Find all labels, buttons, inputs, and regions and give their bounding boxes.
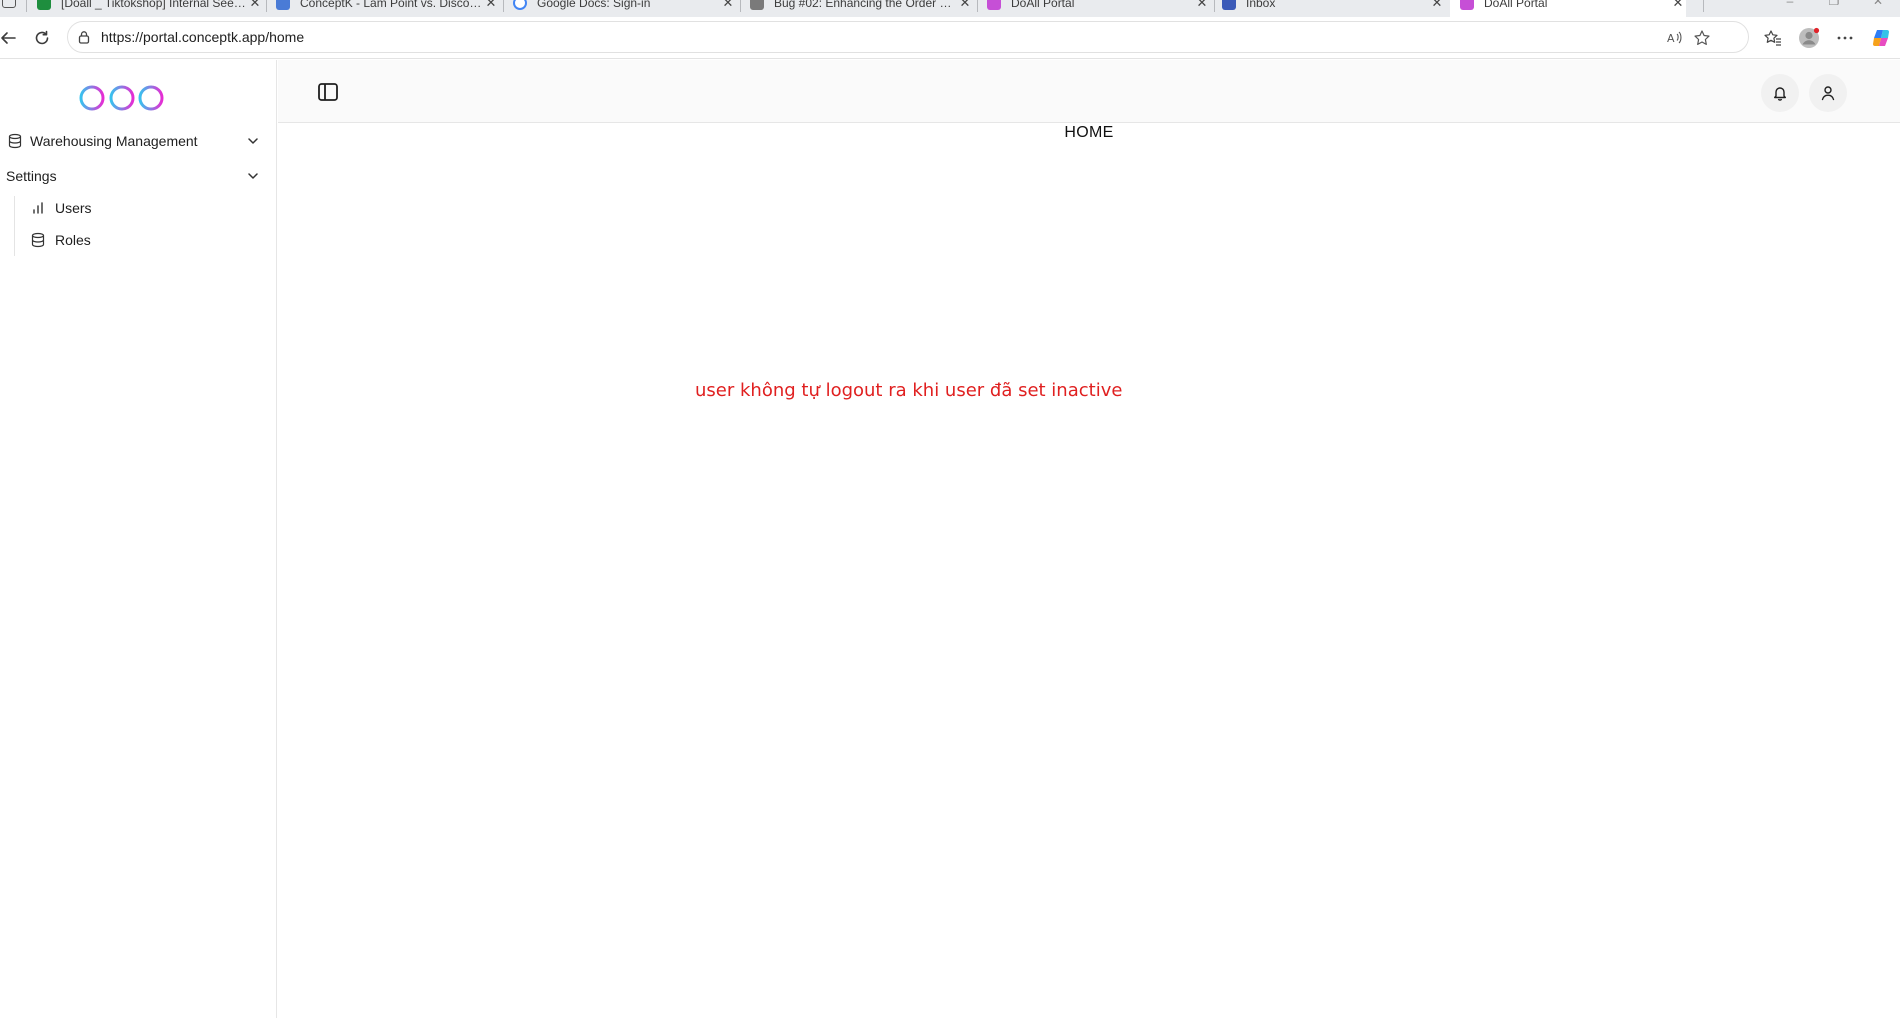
- minimize-icon[interactable]: –: [1768, 0, 1812, 8]
- close-icon[interactable]: ✕: [1194, 0, 1210, 11]
- browser-tab[interactable]: ConceptK - Lam Point vs. Discount ✕: [276, 0, 499, 17]
- favorite-star-icon[interactable]: [1693, 29, 1711, 47]
- browser-tab-strip: [Doall _ Tiktokshop] Internal Seeding ✕ …: [0, 0, 1900, 17]
- submenu-divider: [14, 196, 15, 256]
- browser-tab[interactable]: Bug #02: Enhancing the Order List ✕: [750, 0, 973, 17]
- annotation-note: user không tự logout ra khi user đã set …: [695, 380, 1123, 401]
- browser-tab[interactable]: DoAll Portal ✕: [987, 0, 1210, 17]
- sidebar: Warehousing Management Settings Users Ro…: [0, 60, 277, 1018]
- sidebar-group-settings[interactable]: Settings: [0, 161, 277, 191]
- app-header: [278, 60, 1900, 123]
- doc-favicon-icon: [276, 0, 290, 10]
- account-button[interactable]: [1809, 74, 1847, 112]
- tab-title: DoAll Portal: [1011, 0, 1075, 10]
- sidebar-toggle-button[interactable]: [316, 80, 340, 104]
- sidebar-group-label: Settings: [6, 168, 57, 184]
- back-arrow-icon: [1, 32, 16, 44]
- user-icon: [1821, 86, 1835, 101]
- page-title: HOME: [1064, 124, 1114, 141]
- refresh-button[interactable]: [30, 26, 54, 50]
- close-icon[interactable]: ✕: [1429, 0, 1445, 11]
- sidebar-group-label: Warehousing Management: [30, 133, 198, 149]
- bell-icon: [1774, 87, 1786, 101]
- sidebar-toggle-icon: [318, 83, 338, 101]
- sidebar-item-label: Roles: [55, 232, 91, 248]
- bug-favicon-icon: [750, 0, 764, 10]
- back-button[interactable]: [0, 26, 20, 50]
- browser-tab[interactable]: [Doall _ Tiktokshop] Internal Seeding ✕: [37, 0, 263, 17]
- close-icon[interactable]: ✕: [483, 0, 499, 11]
- refresh-icon: [35, 30, 49, 45]
- close-icon[interactable]: ✕: [720, 0, 736, 11]
- database-icon: [7, 133, 23, 149]
- more-options-icon[interactable]: [1834, 27, 1856, 49]
- sidebar-item-label: Users: [55, 200, 92, 216]
- browser-toolbar: https://portal.conceptk.app/home A: [0, 17, 1900, 59]
- favorites-icon[interactable]: [1762, 27, 1784, 49]
- chevron-down-icon[interactable]: [246, 134, 260, 148]
- sidebar-item-roles[interactable]: Roles: [30, 228, 91, 252]
- browser-tab-active[interactable]: DoAll Portal ✕: [1450, 0, 1686, 17]
- tab-title: Google Docs: Sign-in: [537, 0, 651, 10]
- doall-favicon-icon: [987, 0, 1001, 10]
- tab-title: Bug #02: Enhancing the Order List: [774, 0, 957, 10]
- restore-icon[interactable]: ❐: [1812, 0, 1856, 8]
- url-text[interactable]: https://portal.conceptk.app/home: [101, 29, 304, 45]
- close-icon[interactable]: ✕: [1670, 0, 1686, 11]
- tab-doall-tiktokshop[interactable]: [0, 0, 20, 17]
- window-controls: – ❐ ✕: [1768, 0, 1900, 8]
- read-aloud-icon[interactable]: A: [1665, 29, 1683, 47]
- bar-chart-icon: [30, 200, 46, 216]
- profile-avatar-icon[interactable]: [1798, 27, 1820, 49]
- sidebar-item-users[interactable]: Users: [30, 196, 92, 220]
- doall-logo[interactable]: [78, 68, 192, 119]
- address-bar[interactable]: https://portal.conceptk.app/home A: [67, 21, 1749, 53]
- sheets-favicon-icon: [37, 0, 51, 10]
- google-favicon-icon: [513, 0, 527, 10]
- tab-title: [Doall _ Tiktokshop] Internal Seeding: [61, 0, 247, 10]
- sidebar-group-warehousing[interactable]: Warehousing Management: [0, 126, 277, 156]
- svg-text:A: A: [1667, 32, 1675, 45]
- mail-favicon-icon: [1222, 0, 1236, 10]
- doall-favicon-icon: [1460, 0, 1474, 10]
- tab-title: ConceptK - Lam Point vs. Discount: [300, 0, 483, 10]
- database-icon: [30, 232, 46, 248]
- browser-tab[interactable]: Inbox ✕: [1222, 0, 1445, 17]
- notifications-button[interactable]: [1761, 74, 1799, 112]
- close-window-icon[interactable]: ✕: [1856, 0, 1900, 8]
- tab-title: Inbox: [1246, 0, 1276, 10]
- close-icon[interactable]: ✕: [247, 0, 263, 11]
- close-icon[interactable]: ✕: [957, 0, 973, 11]
- browser-tab[interactable]: Google Docs: Sign-in ✕: [513, 0, 736, 17]
- tab-title: DoAll Portal: [1484, 0, 1548, 10]
- copilot-icon[interactable]: [1870, 27, 1892, 49]
- tab-actions-icon: [2, 0, 16, 8]
- chevron-down-icon[interactable]: [246, 169, 260, 183]
- lock-icon[interactable]: [77, 30, 91, 44]
